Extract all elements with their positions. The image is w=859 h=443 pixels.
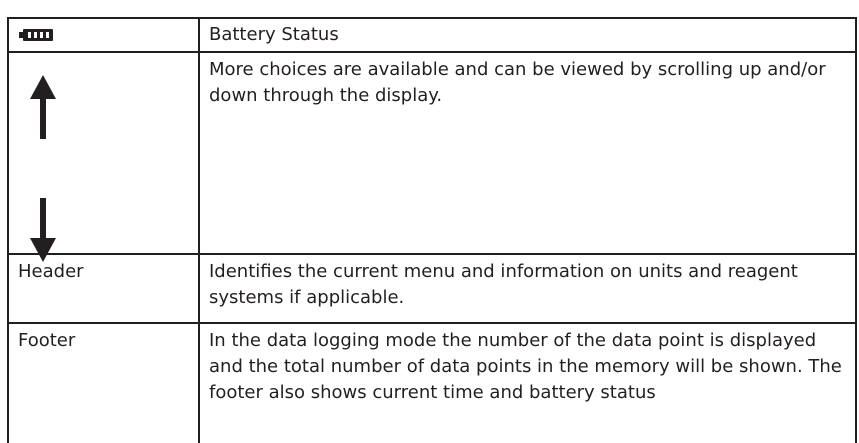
table-row: More choices are available and can be vi…: [7, 51, 857, 262]
arrow-up-icon: [30, 75, 56, 139]
description-cell: Battery Status: [198, 17, 857, 53]
symbols-table: Battery Status More choices are availabl…: [7, 17, 857, 443]
battery-icon: [19, 29, 53, 41]
arrow-down-icon: [30, 198, 56, 262]
description-cell: More choices are available and can be vi…: [198, 51, 857, 255]
term-cell: Header: [7, 253, 200, 324]
table-row: Footer In the data logging mode the numb…: [7, 322, 857, 443]
term-cell: Footer: [7, 322, 200, 443]
table-row: Header Identifies the current menu and i…: [7, 253, 857, 324]
symbol-cell: [7, 51, 200, 262]
description-cell: In the data logging mode the number of t…: [198, 322, 857, 443]
description-cell: Identifies the current menu and informat…: [198, 253, 857, 324]
table-row: Battery Status: [7, 17, 857, 53]
symbol-cell: [7, 17, 200, 53]
